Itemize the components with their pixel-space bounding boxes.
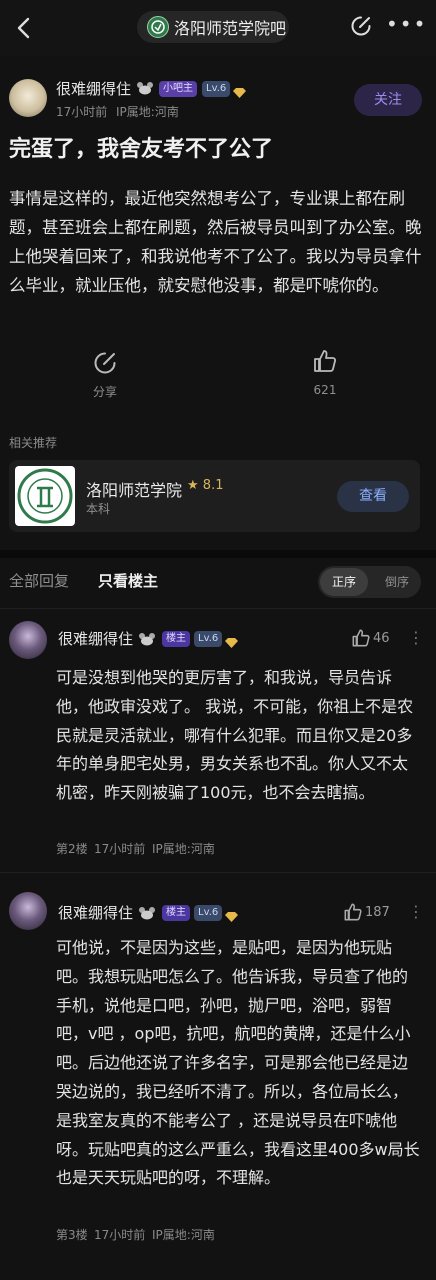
- reply-ip: IP属地:河南: [152, 1228, 215, 1242]
- chevron-left-icon[interactable]: [12, 14, 36, 42]
- follow-button[interactable]: 关注: [354, 84, 422, 116]
- related-name[interactable]: 洛阳师范学院: [86, 477, 182, 501]
- divider: [0, 872, 436, 873]
- reply-floor: 第3楼: [56, 1228, 88, 1242]
- level-badge: Lv.6: [194, 631, 223, 647]
- mouse-icon: [136, 80, 154, 99]
- reply-like-count: 46: [373, 631, 390, 646]
- view-button[interactable]: 查看: [337, 481, 409, 512]
- reply-time: 17小时前: [94, 842, 146, 856]
- post-body: 事情是这样的，最近他突然想考公了，专业课上都在刷题，甚至班会上都在刷题，然后被导…: [9, 189, 422, 295]
- reply-body: 可他说，不是因为这些，是贴吧，是因为他玩贴吧。我想玩贴吧怎么了。他告诉我，导员查…: [56, 938, 420, 1188]
- reply-avatar[interactable]: [9, 892, 47, 930]
- op-badge: 楼主: [162, 631, 190, 647]
- forum-name[interactable]: 洛阳师范学院吧: [174, 15, 286, 39]
- reply-time: 17小时前: [94, 1228, 146, 1242]
- related-title: 相关推荐: [9, 436, 58, 450]
- gem-icon: [233, 83, 246, 102]
- sort-desc-button[interactable]: 倒序: [378, 568, 416, 596]
- avatar[interactable]: [9, 79, 47, 117]
- like-icon[interactable]: [351, 628, 371, 652]
- section-separator: [0, 550, 436, 558]
- more-icon[interactable]: •••: [386, 12, 427, 36]
- more-vertical-icon[interactable]: ⋮: [408, 628, 424, 647]
- reply-avatar[interactable]: [9, 621, 47, 659]
- mouse-icon: [138, 905, 156, 924]
- rating-value: 8.1: [202, 478, 224, 493]
- post-ip: IP属地:河南: [116, 105, 179, 119]
- reply-like-count: 187: [365, 905, 390, 920]
- reply-author[interactable]: 很难绷得住: [58, 628, 133, 649]
- reply-body: 可是没想到他哭的更厉害了，和我说，导员告诉他，他政审没戏了。 我说，不可能，你祖…: [56, 668, 414, 803]
- school-logo-icon: [15, 466, 75, 526]
- op-badge: 楼主: [162, 905, 190, 921]
- mouse-icon: [138, 631, 156, 650]
- level-badge: Lv.6: [194, 905, 223, 921]
- share-icon[interactable]: [92, 350, 118, 380]
- tab-op-only[interactable]: 只看楼主: [98, 570, 158, 591]
- more-vertical-icon[interactable]: ⋮: [408, 902, 424, 921]
- reply-floor: 第2楼: [56, 842, 88, 856]
- gem-icon: [225, 907, 238, 926]
- like-count: 621: [313, 383, 337, 397]
- level-badge: Lv.6: [202, 81, 231, 97]
- share-label[interactable]: 分享: [88, 383, 122, 400]
- reply-ip: IP属地:河南: [152, 842, 215, 856]
- star-icon: ★: [187, 478, 199, 493]
- author-name[interactable]: 很难绷得住: [56, 78, 131, 99]
- sort-asc-button[interactable]: 正序: [320, 568, 368, 596]
- reply-author[interactable]: 很难绷得住: [58, 902, 133, 923]
- post-time: 17小时前: [56, 105, 108, 119]
- tab-all-replies[interactable]: 全部回复: [9, 570, 69, 591]
- like-icon[interactable]: [343, 902, 363, 926]
- like-icon[interactable]: [312, 348, 338, 378]
- small-host-badge: 小吧主: [159, 81, 197, 97]
- edit-icon[interactable]: [350, 15, 372, 37]
- rating: ★ 8.1: [187, 478, 223, 493]
- post-title: 完蛋了，我舍友考不了公了: [9, 137, 274, 162]
- forum-logo-icon: [147, 16, 169, 38]
- related-type: 本科: [86, 502, 111, 516]
- gem-icon: [225, 633, 238, 652]
- divider: [0, 608, 436, 609]
